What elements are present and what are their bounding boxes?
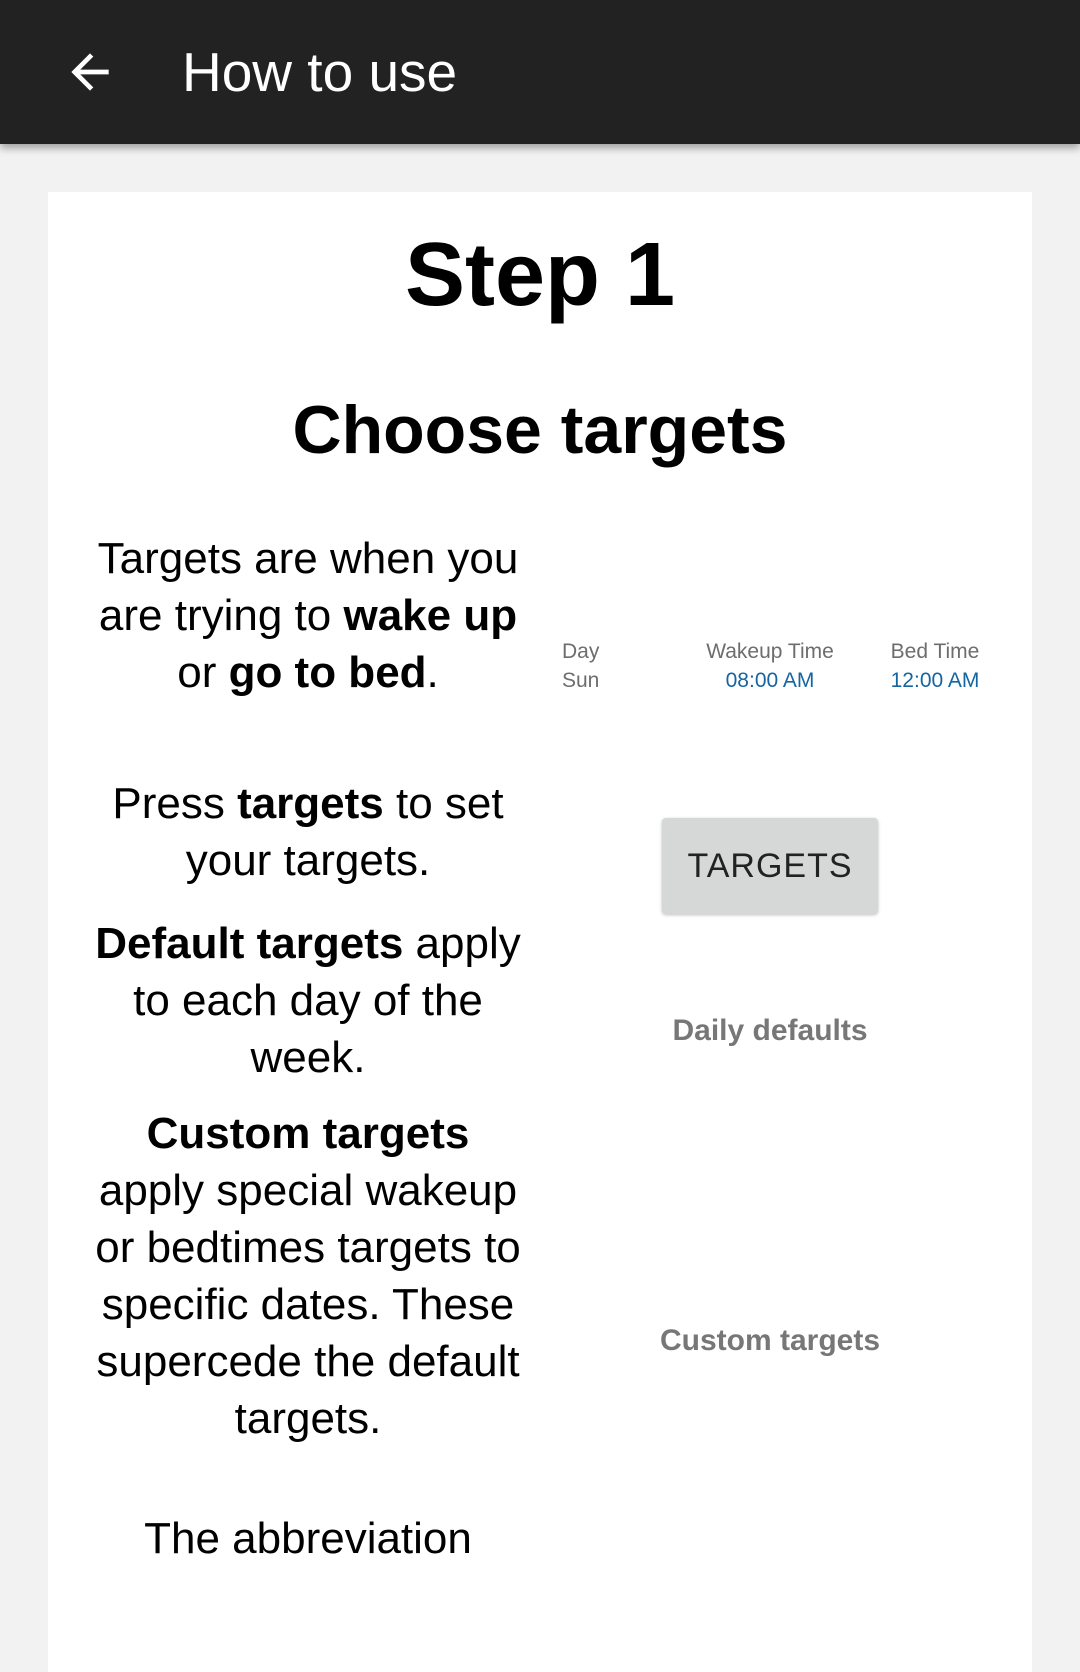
targets-button[interactable]: TARGETS: [662, 818, 878, 914]
app-bar: How to use: [0, 0, 1080, 144]
instruction-card: Step 1 Choose targets Targets are when y…: [48, 192, 1032, 1672]
wakeup-time-value: 08:00 AM: [725, 669, 815, 692]
wakeup-time-label: Wakeup Time: [706, 640, 834, 663]
daily-defaults-label: Daily defaults: [672, 1014, 868, 1047]
day-value: Sun: [562, 669, 600, 692]
step-title: Step 1: [404, 225, 676, 325]
bed-time-value: 12:00 AM: [890, 669, 980, 692]
arrow-left-icon: [71, 53, 109, 91]
targets-description: Targets are when you are trying to wake …: [97, 534, 519, 697]
back-button[interactable]: [40, 22, 140, 122]
press-targets-description: Press targets to set your targets.: [112, 779, 504, 885]
custom-targets-description: Custom targets apply special wakeup or b…: [95, 1109, 521, 1443]
default-targets-description: Default targets apply to each day of the…: [95, 919, 521, 1082]
abbreviation-description: The abbreviation: [144, 1514, 472, 1563]
custom-targets-label: Custom targets: [659, 1324, 881, 1357]
day-label: Day: [562, 640, 600, 663]
bed-time-label: Bed Time: [890, 640, 980, 663]
step-subtitle: Choose targets: [292, 392, 788, 468]
page-title: How to use: [182, 41, 458, 103]
